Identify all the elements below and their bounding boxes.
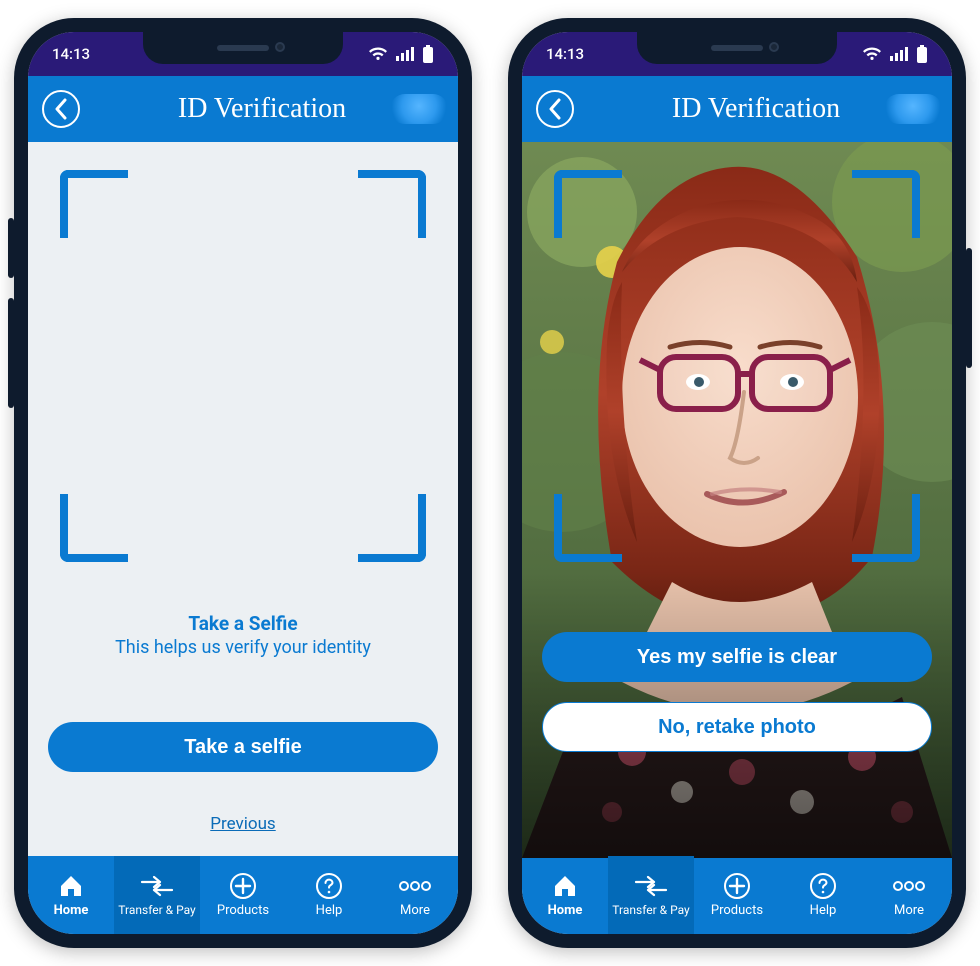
status-icons — [862, 45, 928, 63]
instruction-heading: Take a Selfie — [28, 612, 458, 635]
tab-help-label: Help — [810, 904, 837, 918]
instruction-sub: This helps us verify your identity — [28, 637, 458, 658]
take-selfie-button[interactable]: Take a selfie — [48, 722, 438, 772]
tab-home[interactable]: Home — [522, 856, 608, 934]
signal-icon — [890, 47, 908, 61]
tab-more-label: More — [894, 904, 924, 918]
navbar: ID Verification — [522, 76, 952, 142]
chevron-left-icon — [53, 98, 69, 120]
tab-products[interactable]: Products — [694, 856, 780, 934]
status-icons — [368, 45, 434, 63]
notch — [143, 32, 343, 64]
tab-transfer-label: Transfer & Pay — [118, 904, 195, 917]
battery-icon — [916, 45, 928, 63]
chevron-left-icon — [547, 98, 563, 120]
frame-corner-icon — [60, 170, 128, 238]
battery-icon — [422, 45, 434, 63]
tab-more-label: More — [400, 904, 430, 918]
tab-transfer-pay[interactable]: Transfer & Pay — [114, 856, 200, 934]
transfer-icon — [140, 874, 174, 898]
tab-more[interactable]: More — [372, 856, 458, 934]
wifi-icon — [368, 47, 388, 61]
viewfinder-frame — [60, 170, 426, 562]
tab-transfer-pay[interactable]: Transfer & Pay — [608, 856, 694, 934]
tab-bar: Home Transfer & Pay Products Help More — [28, 856, 458, 934]
front-camera-icon — [769, 42, 779, 52]
tab-products-label: Products — [711, 904, 763, 918]
previous-link-label: Previous — [210, 814, 275, 834]
more-icon — [398, 880, 432, 892]
content-area: Yes my selfie is clear No, retake photo — [522, 142, 952, 856]
tab-help[interactable]: Help — [780, 856, 866, 934]
help-circle-icon — [809, 872, 837, 900]
transfer-icon — [634, 874, 668, 898]
back-button[interactable] — [536, 90, 574, 128]
phone-mockup-left: 14:13 ID Verification Take a Selfie — [14, 18, 472, 948]
plus-circle-icon — [723, 872, 751, 900]
frame-corner-icon — [60, 494, 128, 562]
tab-help[interactable]: Help — [286, 856, 372, 934]
confirm-selfie-button[interactable]: Yes my selfie is clear — [542, 632, 932, 682]
help-circle-icon — [315, 872, 343, 900]
speaker-icon — [711, 45, 763, 51]
tab-products[interactable]: Products — [200, 856, 286, 934]
frame-corner-icon — [358, 170, 426, 238]
tab-home-label: Home — [548, 904, 583, 918]
home-icon — [58, 874, 84, 898]
wifi-icon — [862, 47, 882, 61]
frame-corner-icon — [358, 494, 426, 562]
take-selfie-label: Take a selfie — [184, 736, 301, 759]
tab-products-label: Products — [217, 904, 269, 918]
retake-photo-label: No, retake photo — [658, 716, 816, 739]
signal-icon — [396, 47, 414, 61]
brand-logo — [884, 94, 942, 124]
front-camera-icon — [275, 42, 285, 52]
brand-logo — [390, 94, 448, 124]
tab-help-label: Help — [316, 904, 343, 918]
status-time: 14:13 — [52, 45, 90, 63]
screen: 14:13 ID Verification Take a Selfie — [28, 32, 458, 934]
previous-link[interactable]: Previous — [28, 814, 458, 834]
tab-more[interactable]: More — [866, 856, 952, 934]
tab-transfer-label: Transfer & Pay — [612, 904, 689, 917]
phone-mockup-right: 14:13 ID Verification — [508, 18, 966, 948]
tab-bar: Home Transfer & Pay Products Help More — [522, 856, 952, 934]
tab-home[interactable]: Home — [28, 856, 114, 934]
tab-home-label: Home — [54, 904, 89, 918]
navbar: ID Verification — [28, 76, 458, 142]
more-icon — [892, 880, 926, 892]
confirm-selfie-label: Yes my selfie is clear — [637, 646, 837, 669]
home-icon — [552, 874, 578, 898]
content-area: Take a Selfie This helps us verify your … — [28, 142, 458, 856]
notch — [637, 32, 837, 64]
instruction-text: Take a Selfie This helps us verify your … — [28, 612, 458, 658]
back-button[interactable] — [42, 90, 80, 128]
status-time: 14:13 — [546, 45, 584, 63]
screen: 14:13 ID Verification — [522, 32, 952, 934]
retake-photo-button[interactable]: No, retake photo — [542, 702, 932, 752]
plus-circle-icon — [229, 872, 257, 900]
speaker-icon — [217, 45, 269, 51]
